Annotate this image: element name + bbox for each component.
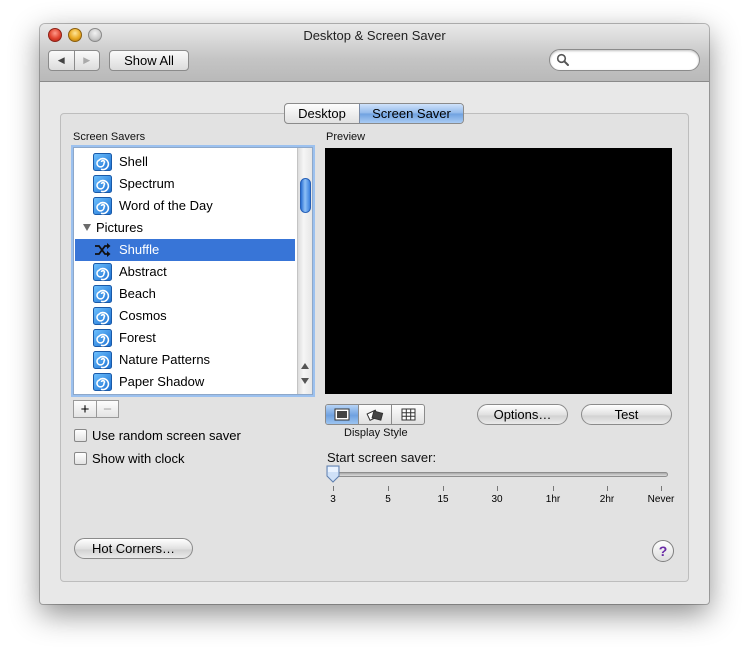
- tab-bar: Desktop Screen Saver: [284, 103, 464, 124]
- checkbox-box[interactable]: [74, 429, 87, 442]
- list-item-label: Abstract: [119, 264, 167, 279]
- screensaver-swirl-icon: [93, 329, 112, 347]
- screensaver-swirl-icon: [93, 307, 112, 325]
- list-item-label: Paper Shadow: [119, 374, 205, 389]
- slider-tick: [443, 486, 444, 491]
- options-button[interactable]: Options…: [477, 404, 568, 425]
- show-clock-label: Show with clock: [92, 451, 185, 466]
- list-item[interactable]: Abstract: [75, 261, 295, 283]
- search-input[interactable]: [572, 52, 694, 68]
- screensaver-swirl-icon: [93, 285, 112, 303]
- show-clock-checkbox[interactable]: Show with clock: [74, 451, 184, 466]
- list-item-label: Nature Patterns: [119, 352, 211, 367]
- list-item[interactable]: Shuffle: [75, 239, 295, 261]
- screensaver-swirl-icon: [93, 153, 112, 171]
- slider-tick-label: 3: [330, 494, 336, 505]
- list-item-label: Beach: [119, 286, 156, 301]
- slider-tick: [388, 486, 389, 491]
- list-group-header[interactable]: Pictures: [75, 217, 295, 239]
- list-item[interactable]: Beach: [75, 283, 295, 305]
- list-item[interactable]: Spectrum: [75, 173, 295, 195]
- slider-tick: [333, 486, 334, 491]
- screensaver-swirl-icon: [93, 263, 112, 281]
- screen-saver-list[interactable]: Shell Spectrum Word of the Day Pictures Shuf…: [73, 147, 313, 395]
- scroll-down-arrow-icon[interactable]: [301, 378, 309, 384]
- screensaver-swirl-icon: [93, 175, 112, 193]
- list-item-label: Forest: [119, 330, 156, 345]
- checkbox-box[interactable]: [74, 452, 87, 465]
- start-screensaver-slider-track[interactable]: [332, 472, 668, 477]
- slider-knob[interactable]: [325, 465, 341, 483]
- collage-icon[interactable]: [358, 405, 391, 424]
- tab-screen-saver[interactable]: Screen Saver: [359, 104, 463, 123]
- add-remove-control: + −: [73, 400, 119, 418]
- screen-savers-heading: Screen Savers: [73, 131, 146, 143]
- display-style-label: Display Style: [344, 427, 408, 439]
- slideshow-icon[interactable]: [326, 405, 358, 424]
- hot-corners-button[interactable]: Hot Corners…: [74, 538, 193, 559]
- slider-tick-label: 5: [385, 494, 391, 505]
- list-item[interactable]: Shell: [75, 151, 295, 173]
- slider-tick-label: 1hr: [545, 494, 561, 505]
- disclosure-triangle-icon[interactable]: [83, 224, 91, 231]
- list-item[interactable]: Nature Patterns: [75, 349, 295, 371]
- preview-heading: Preview: [326, 131, 366, 143]
- slider-tick-label: Never: [647, 494, 675, 505]
- scroll-up-arrow-icon[interactable]: [301, 363, 309, 369]
- test-button[interactable]: Test: [581, 404, 672, 425]
- add-screensaver-button[interactable]: +: [74, 401, 96, 417]
- forward-arrow-icon[interactable]: ▶: [73, 51, 100, 70]
- window-title: Desktop & Screen Saver: [303, 28, 446, 43]
- list-item-label: Pictures: [96, 220, 143, 235]
- shuffle-icon: [93, 241, 112, 259]
- slider-tick: [661, 486, 662, 491]
- screensaver-swirl-icon: [93, 351, 112, 369]
- slider-tick: [497, 486, 498, 491]
- search-field[interactable]: [549, 49, 700, 71]
- slider-tick-label: 15: [437, 494, 449, 505]
- preferences-window: Desktop & Screen Saver ◀ ▶ Show All Desk…: [40, 24, 709, 604]
- remove-screensaver-button[interactable]: −: [95, 401, 118, 417]
- back-arrow-icon[interactable]: ◀: [49, 51, 74, 70]
- list-item-label: Word of the Day: [119, 198, 213, 213]
- back-forward-control: ◀ ▶: [48, 50, 100, 71]
- tab-desktop[interactable]: Desktop: [285, 104, 359, 123]
- random-screensaver-label: Use random screen saver: [92, 428, 241, 443]
- random-screensaver-checkbox[interactable]: Use random screen saver: [74, 428, 241, 443]
- slider-tick: [553, 486, 554, 491]
- screensaver-swirl-icon: [93, 373, 112, 391]
- list-item-label: Cosmos: [119, 308, 167, 323]
- list-scrollbar[interactable]: [297, 148, 312, 394]
- list-item-label: Spectrum: [119, 176, 175, 191]
- start-screensaver-label: Start screen saver:: [327, 450, 437, 465]
- title-bar: Desktop & Screen Saver ◀ ▶ Show All: [40, 24, 709, 82]
- screensaver-swirl-icon: [93, 197, 112, 215]
- scrollbar-thumb[interactable]: [300, 178, 311, 213]
- list-item[interactable]: Word of the Day: [75, 195, 295, 217]
- list-item[interactable]: Cosmos: [75, 305, 295, 327]
- screensaver-preview: [325, 148, 672, 394]
- help-button[interactable]: ?: [652, 540, 674, 562]
- slider-tick: [607, 486, 608, 491]
- slider-tick-label: 30: [491, 494, 503, 505]
- search-icon: [556, 53, 569, 66]
- list-item[interactable]: Paper Shadow: [75, 371, 295, 393]
- display-style-control: [325, 404, 425, 425]
- mosaic-icon[interactable]: [391, 405, 424, 424]
- list-item[interactable]: Forest: [75, 327, 295, 349]
- list-item-label: Shell: [119, 154, 148, 169]
- show-all-button[interactable]: Show All: [109, 50, 189, 71]
- list-item-label: Shuffle: [119, 242, 160, 257]
- slider-tick-label: 2hr: [599, 494, 615, 505]
